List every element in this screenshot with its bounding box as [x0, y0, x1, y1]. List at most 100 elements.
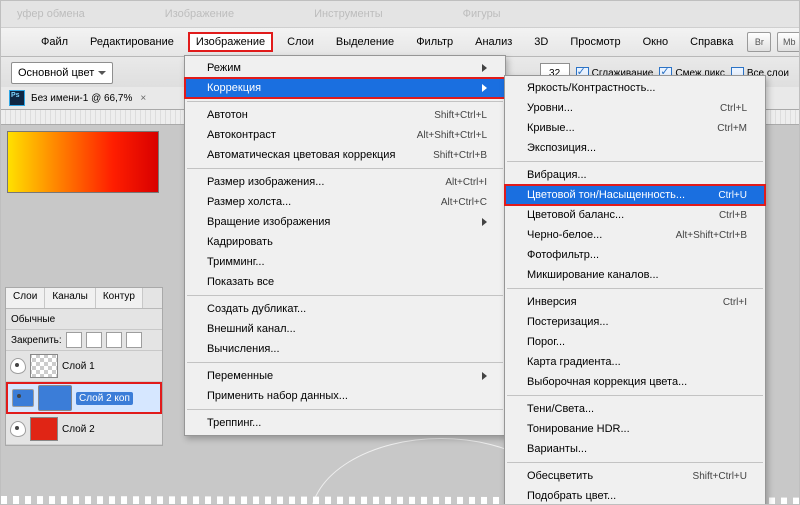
menu-item-label: Автоматическая цветовая коррекция — [207, 149, 395, 161]
menu-separator — [507, 288, 763, 289]
menu-analysis[interactable]: Анализ — [467, 32, 520, 52]
adjust-menu-item[interactable]: Тонирование HDR... — [505, 419, 765, 439]
adjust-menu-item[interactable]: Выборочная коррекция цвета... — [505, 372, 765, 392]
menu-item-label: Постеризация... — [527, 316, 609, 328]
adjust-menu-item[interactable]: Экспозиция... — [505, 138, 765, 158]
image-menu-item[interactable]: АвтоконтрастAlt+Shift+Ctrl+L — [185, 125, 505, 145]
image-menu-item[interactable]: Вращение изображения — [185, 212, 505, 232]
foreground-color-combo[interactable]: Основной цвет — [11, 62, 113, 84]
eye-icon[interactable] — [10, 358, 26, 374]
menu-item-shortcut: Shift+Ctrl+B — [433, 150, 487, 161]
chevron-down-icon — [98, 71, 106, 75]
menu-item-label: Уровни... — [527, 102, 573, 114]
image-menu-item[interactable]: Применить набор данных... — [185, 386, 505, 406]
adjust-menu-item[interactable]: Черно-белое...Alt+Shift+Ctrl+B — [505, 225, 765, 245]
menu-help[interactable]: Справка — [682, 32, 741, 52]
adjust-menu-item[interactable]: Варианты... — [505, 439, 765, 459]
ghost-tab: Изображение — [165, 8, 234, 20]
menu-separator — [187, 101, 503, 102]
layer-thumb — [30, 417, 58, 441]
menu-item-label: Кадрировать — [207, 236, 273, 248]
menu-file[interactable]: Файл — [33, 32, 76, 52]
image-menu-item[interactable]: Вычисления... — [185, 339, 505, 359]
menu-item-label: Коррекция — [207, 82, 261, 94]
layer-row[interactable]: Слой 2 — [6, 414, 162, 445]
image-menu-item[interactable]: Размер изображения... Alt+Ctrl+I — [185, 172, 505, 192]
image-menu-item[interactable]: Треппинг... — [185, 413, 505, 433]
image-menu-item[interactable]: Создать дубликат... — [185, 299, 505, 319]
lock-transparent-icon[interactable] — [66, 332, 82, 348]
menu-window[interactable]: Окно — [635, 32, 677, 52]
menu-item-label: Автоконтраст — [207, 129, 276, 141]
adjust-menu-item[interactable]: ОбесцветитьShift+Ctrl+U — [505, 466, 765, 486]
tab-paths[interactable]: Контур — [96, 288, 143, 308]
tab-channels[interactable]: Каналы — [45, 288, 96, 308]
adjust-menu-item[interactable]: Тени/Света... — [505, 399, 765, 419]
menu-layers[interactable]: Слои — [279, 32, 322, 52]
image-menu-item[interactable]: Коррекция — [185, 78, 505, 98]
image-menu-item[interactable]: Кадрировать — [185, 232, 505, 252]
ghost-tab: Фигуры — [463, 8, 501, 20]
layer-row-selected[interactable]: Слой 2 коп — [6, 382, 162, 414]
bridge-button[interactable]: Br — [747, 32, 771, 52]
lock-position-icon[interactable] — [106, 332, 122, 348]
tab-layers[interactable]: Слои — [6, 288, 45, 308]
menu-select[interactable]: Выделение — [328, 32, 402, 52]
menu-item-label: Создать дубликат... — [207, 303, 306, 315]
menu-separator — [187, 362, 503, 363]
eye-icon[interactable] — [12, 389, 34, 407]
adjust-menu-item[interactable]: Постеризация... — [505, 312, 765, 332]
menu-item-label: Режим — [207, 62, 241, 74]
menu-filter[interactable]: Фильтр — [408, 32, 461, 52]
combo-label: Основной цвет — [18, 67, 94, 79]
document-title: Без имени-1 @ 66,7% — [31, 93, 132, 104]
adjust-menu-item[interactable]: ИнверсияCtrl+I — [505, 292, 765, 312]
lock-all-icon[interactable] — [126, 332, 142, 348]
menu-item-label: Размер изображения... — [207, 176, 324, 188]
layer-row[interactable]: Слой 1 — [6, 351, 162, 382]
menu-item-label: Микширование каналов... — [527, 269, 659, 281]
image-menu-item[interactable]: АвтотонShift+Ctrl+L — [185, 105, 505, 125]
image-menu-item[interactable]: Тримминг... — [185, 252, 505, 272]
image-menu-item[interactable]: Показать все — [185, 272, 505, 292]
image-menu-item[interactable]: Внешний канал... — [185, 319, 505, 339]
menu-item-label: Показать все — [207, 276, 274, 288]
adjust-menu-item[interactable]: Вибрация... — [505, 165, 765, 185]
adjust-menu-item[interactable]: Карта градиента... — [505, 352, 765, 372]
adjust-menu-item[interactable]: Подобрать цвет... — [505, 486, 765, 505]
menu-item-label: Вычисления... — [207, 343, 280, 355]
menu-3d[interactable]: 3D — [526, 32, 556, 52]
menu-edit[interactable]: Редактирование — [82, 32, 182, 52]
adjust-menu-item[interactable]: Микширование каналов... — [505, 265, 765, 285]
adjust-menu-item[interactable]: Цветовой баланс...Ctrl+B — [505, 205, 765, 225]
adjust-menu-item[interactable]: Яркость/Контрастность... — [505, 78, 765, 98]
menu-item-label: Порог... — [527, 336, 565, 348]
adjust-menu-item[interactable]: Фотофильтр... — [505, 245, 765, 265]
close-icon[interactable]: × — [140, 93, 146, 104]
image-menu-item[interactable]: Автоматическая цветовая коррекция Shift+C… — [185, 145, 505, 165]
image-menu-item[interactable]: Размер холста...Alt+Ctrl+C — [185, 192, 505, 212]
layer-name: Слой 1 — [62, 361, 95, 372]
minibridge-button[interactable]: Mb — [777, 32, 800, 52]
menu-item-label: Яркость/Контрастность... — [527, 82, 655, 94]
adjust-menu-item[interactable]: Цветовой тон/Насыщенность...Ctrl+U — [505, 185, 765, 205]
menu-separator — [507, 462, 763, 463]
menu-item-shortcut: Alt+Ctrl+I — [445, 177, 487, 188]
eye-icon[interactable] — [10, 421, 26, 437]
canvas[interactable] — [7, 131, 159, 193]
menu-item-shortcut: Ctrl+B — [719, 210, 747, 221]
menu-view[interactable]: Просмотр — [562, 32, 628, 52]
image-menu-item[interactable]: Режим — [185, 58, 505, 78]
adjust-menu-item[interactable]: Уровни...Ctrl+L — [505, 98, 765, 118]
lock-pixels-icon[interactable] — [86, 332, 102, 348]
background-tabs: уфер обмена Изображение Инструменты Фигу… — [1, 1, 799, 28]
menu-item-label: Вращение изображения — [207, 216, 330, 228]
adjust-menu-item[interactable]: Порог... — [505, 332, 765, 352]
layers-panel: Слои Каналы Контур Обычные Закрепить: Сл… — [5, 287, 163, 446]
adjust-menu-item[interactable]: Кривые...Ctrl+M — [505, 118, 765, 138]
menu-item-shortcut: Ctrl+U — [718, 190, 747, 201]
menu-image[interactable]: Изображение — [188, 32, 273, 52]
menu-item-label: Экспозиция... — [527, 142, 596, 154]
blend-mode-combo[interactable]: Обычные — [11, 314, 55, 325]
image-menu-item[interactable]: Переменные — [185, 366, 505, 386]
